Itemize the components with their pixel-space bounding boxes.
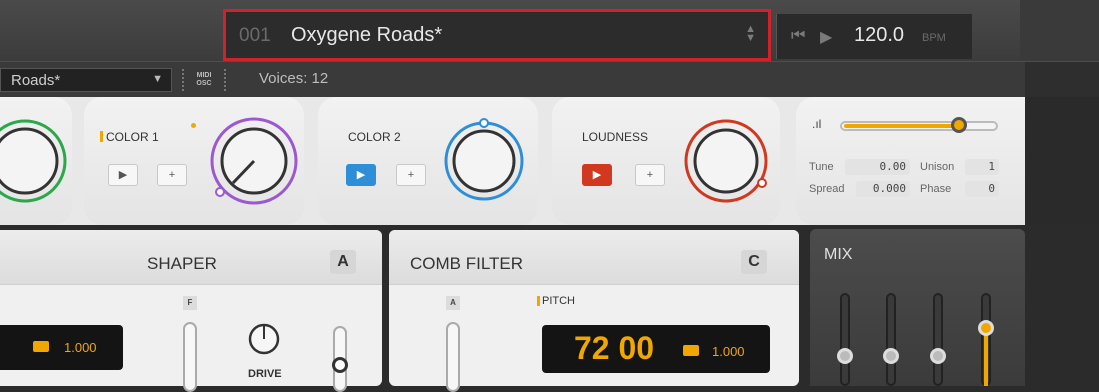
mix-title: MIX bbox=[824, 246, 853, 263]
shaper-device: SHAPER A 1.000 F DRIVE bbox=[0, 230, 382, 392]
preset-up-down-icon[interactable]: ▲ ▼ bbox=[745, 24, 756, 44]
oscillator-panel: COLOR 1 ▶ + COLOR 2 ▶ + LOUDNESS ▶ + .ıl… bbox=[0, 97, 1025, 225]
color1-dot bbox=[191, 123, 196, 128]
preset-name[interactable]: Oxygene Roads* bbox=[291, 24, 442, 47]
loudness-card: LOUDNESS ▶ + bbox=[552, 97, 780, 225]
keyboard-icon bbox=[683, 345, 699, 356]
mix-fader-3-thumb[interactable] bbox=[930, 348, 946, 364]
shaper-lcd: 1.000 bbox=[0, 325, 123, 370]
preset-selector[interactable]: 001 Oxygene Roads* ▲ ▼ bbox=[223, 9, 771, 61]
comb-fader[interactable] bbox=[446, 322, 460, 392]
unison-label: Unison bbox=[920, 161, 955, 173]
mix-fader-4-level bbox=[984, 334, 988, 386]
unison-value[interactable]: 1 bbox=[965, 159, 999, 175]
transport-bar: 001 Oxygene Roads* ▲ ▼ ⏮ ▶ 120.0 BPM bbox=[0, 0, 1099, 61]
mix-fader-1[interactable] bbox=[840, 293, 850, 386]
color2-card: COLOR 2 ▶ + bbox=[318, 97, 538, 225]
rewind-icon[interactable]: ⏮ bbox=[791, 27, 805, 45]
loudness-play-button[interactable]: ▶ bbox=[582, 164, 612, 186]
color1-indicator bbox=[100, 131, 103, 142]
comb-lcd-value[interactable]: 1.000 bbox=[712, 344, 745, 359]
osc-label: OSC bbox=[196, 80, 212, 87]
instrument-header: Roads* ▼ MIDI OSC Voices: 12 bbox=[0, 61, 1099, 98]
oscillator-card-left bbox=[0, 97, 72, 225]
preset-dropdown[interactable]: Roads* ▼ bbox=[0, 68, 172, 92]
loudness-add-button[interactable]: + bbox=[635, 164, 665, 186]
play-icon[interactable]: ▶ bbox=[820, 27, 832, 47]
midi-label: MIDI bbox=[196, 72, 212, 79]
drive-label: DRIVE bbox=[248, 368, 282, 380]
level-slider[interactable] bbox=[840, 117, 998, 133]
oscillator-right-area bbox=[1025, 97, 1099, 225]
mix-fader-1-thumb[interactable] bbox=[837, 348, 853, 364]
tune-value[interactable]: 0.00 bbox=[845, 159, 910, 175]
color1-card: COLOR 1 ▶ + bbox=[84, 97, 304, 225]
drive-knob[interactable] bbox=[248, 323, 284, 359]
keyboard-icon bbox=[33, 341, 49, 352]
shaper-slider-thumb[interactable] bbox=[332, 357, 348, 373]
transport-controls: ⏮ ▶ 120.0 BPM bbox=[776, 14, 972, 59]
color1-add-button[interactable]: + bbox=[157, 164, 187, 186]
shaper-fader[interactable] bbox=[183, 322, 197, 392]
midi-osc-button[interactable]: MIDI OSC bbox=[182, 69, 226, 91]
green-knob[interactable] bbox=[0, 111, 70, 211]
color2-play-button[interactable]: ▶ bbox=[346, 164, 376, 186]
color1-play-button[interactable]: ▶ bbox=[108, 164, 138, 186]
voices-count: Voices: 12 bbox=[259, 70, 329, 87]
comb-badge[interactable]: C bbox=[741, 250, 767, 274]
color1-title: COLOR 1 bbox=[106, 130, 159, 144]
shaper-lcd-value[interactable]: 1.000 bbox=[64, 340, 97, 355]
phase-label: Phase bbox=[920, 183, 952, 195]
spread-value[interactable]: 0.000 bbox=[856, 181, 910, 197]
preset-dropdown-label: Roads* bbox=[11, 72, 61, 89]
mix-fader-4-thumb[interactable] bbox=[978, 320, 994, 336]
comb-filter-device: COMB FILTER C A PITCH 72 00 1.000 bbox=[389, 230, 799, 392]
loudness-title: LOUDNESS bbox=[582, 130, 649, 144]
comb-title: COMB FILTER bbox=[410, 254, 524, 273]
level-thumb[interactable] bbox=[951, 117, 967, 133]
comb-a-badge[interactable]: A bbox=[446, 296, 460, 310]
color2-knob[interactable] bbox=[442, 113, 538, 209]
comb-lcd: 72 00 1.000 bbox=[542, 325, 770, 373]
device-chain: SHAPER A 1.000 F DRIVE COMB FILTER C A P… bbox=[0, 225, 1099, 392]
secondbar-right-area bbox=[1025, 62, 1099, 98]
mix-fader-2-thumb[interactable] bbox=[883, 348, 899, 364]
mix-fader-2[interactable] bbox=[886, 293, 896, 386]
spread-label: Spread bbox=[809, 183, 845, 195]
color1-knob[interactable] bbox=[206, 113, 302, 209]
mix-fader-3[interactable] bbox=[933, 293, 943, 386]
topbar-right-area bbox=[1020, 0, 1099, 61]
mix-device: MIX bbox=[810, 229, 1025, 386]
pitch-label: PITCH bbox=[542, 295, 575, 307]
loudness-knob[interactable] bbox=[680, 113, 776, 209]
level-icon: .ıl bbox=[812, 117, 822, 131]
comb-pitch-value[interactable]: 72 00 bbox=[574, 330, 654, 367]
tune-label: Tune bbox=[809, 161, 834, 173]
chevron-down-icon: ▼ bbox=[152, 73, 163, 85]
shaper-badge[interactable]: A bbox=[330, 250, 356, 274]
preset-number: 001 bbox=[239, 25, 271, 46]
shaper-f-badge[interactable]: F bbox=[183, 296, 197, 310]
shaper-title: SHAPER bbox=[147, 254, 217, 273]
tempo-unit: BPM bbox=[922, 32, 946, 44]
tempo-value[interactable]: 120.0 bbox=[854, 24, 904, 47]
params-card: .ıl Tune 0.00 Unison 1 Spread 0.000 Phas… bbox=[796, 97, 1025, 225]
color2-add-button[interactable]: + bbox=[396, 164, 426, 186]
level-fill bbox=[844, 124, 961, 128]
phase-value[interactable]: 0 bbox=[965, 181, 999, 197]
color2-title: COLOR 2 bbox=[348, 130, 401, 144]
pitch-indicator bbox=[537, 296, 540, 306]
